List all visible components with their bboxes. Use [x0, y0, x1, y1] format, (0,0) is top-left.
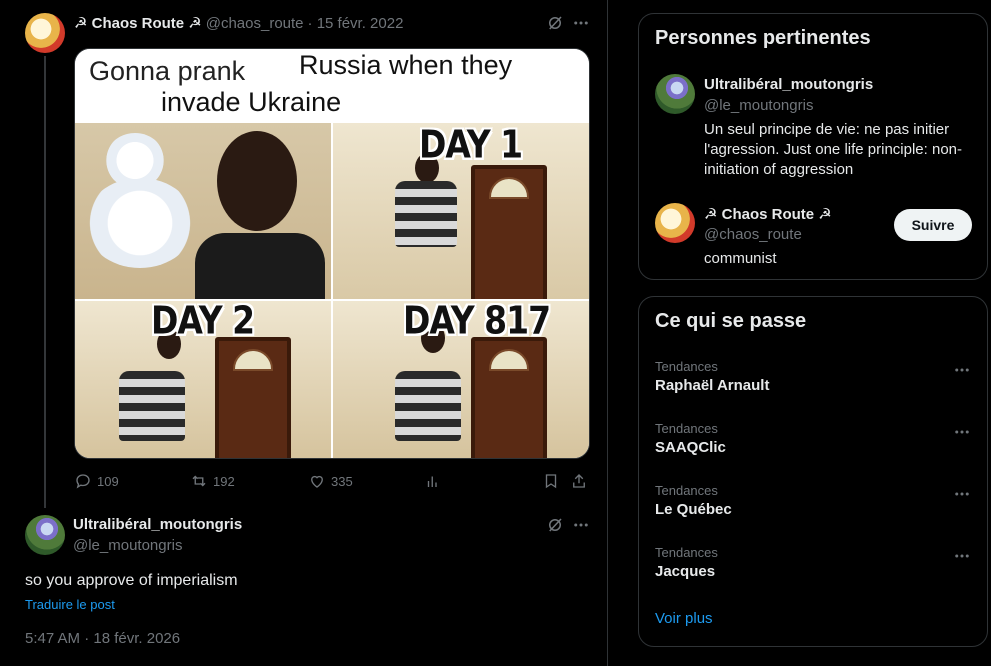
trend-category: Tendances: [655, 483, 718, 498]
reply-button[interactable]: 109: [74, 472, 119, 490]
tweet-image[interactable]: Gonna prank Russia when they invade Ukra…: [74, 48, 590, 459]
user-name[interactable]: ☭ Chaos Route ☭: [704, 205, 832, 223]
striped-shirt: [395, 371, 461, 441]
door: [471, 337, 547, 458]
more-options-icon[interactable]: [953, 485, 971, 508]
meme-caption-area: Gonna prank Russia when they invade Ukra…: [75, 49, 589, 123]
meme-caption-left: Gonna prank: [89, 56, 246, 86]
tweet-date[interactable]: · 15 févr. 2022: [308, 15, 404, 32]
meme-panel-day2: DAY 2: [75, 301, 331, 458]
more-options-icon[interactable]: [953, 361, 971, 384]
translate-link[interactable]: Traduire le post: [25, 597, 115, 612]
door: [471, 165, 547, 299]
like-button[interactable]: 335: [308, 472, 353, 490]
more-options-icon[interactable]: [571, 515, 591, 535]
meme-panel-day1: DAY 1: [333, 123, 589, 299]
card-title: Personnes pertinentes: [655, 27, 871, 49]
tweet-actions: 109 192 335: [74, 472, 590, 492]
trend-name: SAAQClic: [655, 439, 726, 456]
trend-name: Raphaël Arnault: [655, 377, 770, 394]
repost-count: 192: [213, 473, 235, 489]
meme-panel-snow: [75, 123, 331, 299]
repost-icon: [192, 475, 206, 487]
reply-author-name[interactable]: Ultralibéral_moutongris: [73, 516, 242, 533]
trend-name: Jacques: [655, 563, 716, 580]
panel-label: DAY 817: [403, 301, 551, 343]
avatar[interactable]: [25, 515, 65, 555]
grok-icon[interactable]: [545, 515, 565, 535]
trend-item[interactable]: Tendances Le Québec: [639, 483, 989, 545]
card-title: Ce qui se passe: [655, 310, 807, 332]
user-handle[interactable]: @chaos_route: [704, 226, 802, 243]
trend-item[interactable]: Tendances Raphaël Arnault: [639, 359, 989, 421]
tweet-header: ☭ Chaos Route ☭ @chaos_route · 15 févr. …: [74, 14, 404, 33]
author-handle[interactable]: @chaos_route: [206, 15, 304, 32]
like-count: 335: [331, 473, 353, 489]
person-head: [217, 131, 297, 231]
striped-shirt: [395, 181, 457, 247]
meme-caption-line2: invade Ukraine: [161, 87, 342, 117]
panel-label: DAY 1: [419, 123, 523, 167]
trend-name: Le Québec: [655, 501, 732, 518]
person-body: [195, 233, 325, 299]
meme-panel-day817: DAY 817: [333, 301, 589, 458]
share-button[interactable]: [570, 472, 593, 490]
more-options-icon[interactable]: [953, 547, 971, 570]
show-more-link[interactable]: Voir plus: [655, 610, 713, 627]
reply-icon: [76, 474, 90, 489]
author-name[interactable]: ☭ Chaos Route ☭: [74, 14, 202, 32]
trends-card: Ce qui se passe Tendances Raphaël Arnaul…: [638, 296, 988, 647]
user-bio: Un seul principe de vie: ne pas initier …: [704, 121, 963, 178]
user-handle[interactable]: @le_moutongris: [704, 97, 813, 114]
trend-category: Tendances: [655, 359, 718, 374]
more-options-icon[interactable]: [571, 13, 591, 33]
reply-timestamp[interactable]: 5:47 AM · 18 févr. 2026: [25, 630, 180, 647]
avatar[interactable]: [655, 74, 695, 114]
user-name[interactable]: Ultralibéral_moutongris: [704, 76, 873, 93]
snowball: [105, 133, 165, 188]
meme-caption-right: Russia when they: [299, 50, 513, 80]
relevant-people-card: Personnes pertinentes Ultralibéral_mouto…: [638, 13, 988, 280]
trend-category: Tendances: [655, 421, 718, 436]
bookmark-icon: [545, 474, 557, 489]
trend-item[interactable]: Tendances SAAQClic: [639, 421, 989, 483]
follow-button[interactable]: Suivre: [894, 209, 972, 241]
repost-button[interactable]: 192: [190, 472, 235, 490]
reply-text: so you approve of imperialism: [25, 572, 238, 589]
user-bio: communist: [704, 250, 777, 267]
snowball: [85, 178, 195, 268]
main-timeline: ☭ Chaos Route ☭ @chaos_route · 15 févr. …: [0, 0, 608, 666]
reply-count: 109: [97, 473, 119, 489]
striped-shirt: [119, 371, 185, 441]
panel-label: DAY 2: [151, 301, 255, 343]
more-options-icon[interactable]: [953, 423, 971, 446]
trend-category: Tendances: [655, 545, 718, 560]
trend-item[interactable]: Tendances Jacques: [639, 545, 989, 607]
avatar[interactable]: [655, 203, 695, 243]
door: [215, 337, 291, 458]
heart-icon: [311, 475, 323, 488]
reply-author-handle[interactable]: @le_moutongris: [73, 537, 182, 554]
avatar[interactable]: [25, 13, 65, 53]
bookmark-button[interactable]: [542, 472, 565, 490]
analytics-icon: [427, 476, 437, 487]
grok-icon[interactable]: [545, 13, 565, 33]
share-icon: [573, 474, 585, 488]
views-button[interactable]: [424, 472, 447, 490]
thread-connector-line: [44, 56, 46, 508]
